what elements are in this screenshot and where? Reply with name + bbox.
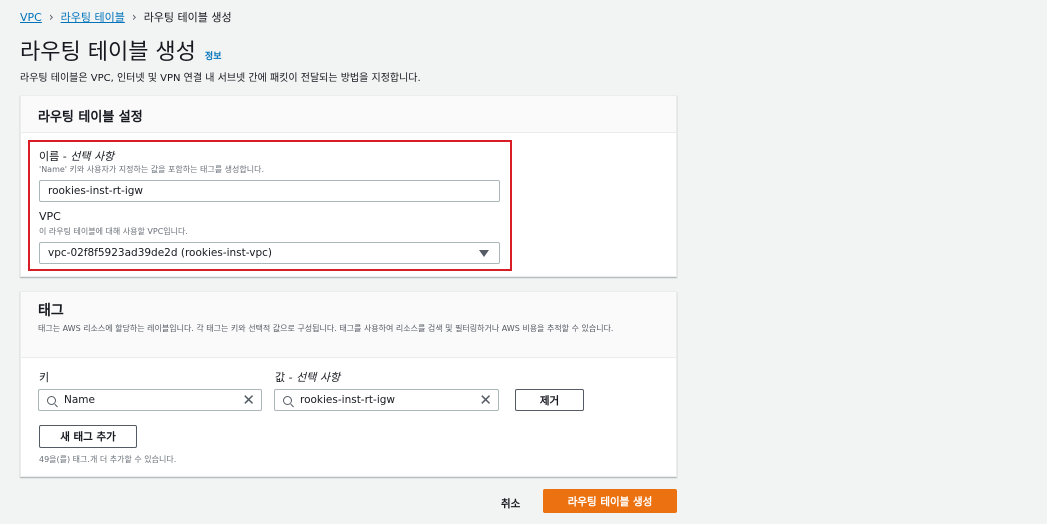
- tag-key-input[interactable]: Name ✕: [38, 389, 262, 411]
- clear-icon[interactable]: ✕: [479, 392, 492, 408]
- route-table-settings-panel: 라우팅 테이블 설정 이름 - 선택 사항 'Name' 키와 사용자가 지정하…: [20, 95, 677, 277]
- tags-panel: 태그 태그는 AWS 리소스에 할당하는 레이블입니다. 각 태그는 키와 선택…: [20, 291, 677, 477]
- vpc-label: VPC: [39, 210, 61, 223]
- page-title-row: 라우팅 테이블 생성 정보: [20, 34, 221, 66]
- vpc-hint: 이 라우팅 테이블에 대해 사용할 VPC입니다.: [39, 227, 188, 236]
- tag-key-value: Name: [64, 394, 95, 406]
- tag-value-input[interactable]: rookies-inst-rt-igw ✕: [274, 389, 499, 411]
- name-optional-text: 선택 사항: [70, 150, 115, 163]
- tag-value-label-text: 값 -: [275, 371, 297, 384]
- tags-title: 태그: [38, 303, 64, 319]
- search-icon: [283, 395, 292, 405]
- breadcrumb: VPC › 라우팅 테이블 › 라우팅 테이블 생성: [20, 9, 232, 25]
- tag-value-label: 값 - 선택 사항: [275, 369, 340, 385]
- remove-tag-button[interactable]: 제거: [515, 389, 584, 411]
- page-title: 라우팅 테이블 생성: [20, 40, 196, 65]
- settings-header: 라우팅 테이블 설정: [21, 96, 676, 133]
- name-hint: 'Name' 키와 사용자가 지정하는 값을 포함하는 태그를 생성합니다.: [39, 165, 264, 174]
- cancel-button[interactable]: 취소: [501, 496, 520, 511]
- vpc-select-value: vpc-02f8f5923ad39de2d (rookies-inst-vpc): [48, 247, 273, 259]
- info-link[interactable]: 정보: [205, 49, 222, 62]
- tags-remaining-text: 49을(를) 태그.개 더 추가할 수 있습니다.: [39, 455, 177, 464]
- tags-description: 태그는 AWS 리소스에 할당하는 레이블입니다. 각 태그는 키와 선택적 값…: [38, 324, 614, 333]
- page-description: 라우팅 테이블은 VPC, 인터넷 및 VPN 연결 내 서브넷 간에 패킷이 …: [20, 73, 421, 84]
- breadcrumb-vpc-link[interactable]: VPC: [20, 11, 42, 24]
- add-tag-button[interactable]: 새 태그 추가: [39, 425, 137, 448]
- vpc-select[interactable]: vpc-02f8f5923ad39de2d (rookies-inst-vpc): [39, 242, 500, 264]
- tag-value-optional-text: 선택 사항: [296, 371, 341, 384]
- tags-header: 태그 태그는 AWS 리소스에 할당하는 레이블입니다. 각 태그는 키와 선택…: [21, 292, 676, 358]
- breadcrumb-current: 라우팅 테이블 생성: [143, 11, 232, 24]
- clear-icon[interactable]: ✕: [242, 392, 255, 408]
- tag-value-value: rookies-inst-rt-igw: [300, 394, 395, 406]
- chevron-right-icon: ›: [48, 10, 54, 24]
- chevron-right-icon: ›: [131, 10, 137, 24]
- name-label: 이름 - 선택 사항: [39, 148, 114, 164]
- create-route-table-button[interactable]: 라우팅 테이블 생성: [543, 489, 677, 513]
- search-icon: [47, 395, 56, 405]
- name-label-text: 이름 -: [39, 150, 71, 163]
- tag-key-label: 키: [39, 371, 50, 384]
- name-input[interactable]: rookies-inst-rt-igw: [39, 180, 500, 202]
- breadcrumb-route-tables-link[interactable]: 라우팅 테이블: [61, 9, 125, 25]
- caret-down-icon: [479, 250, 489, 257]
